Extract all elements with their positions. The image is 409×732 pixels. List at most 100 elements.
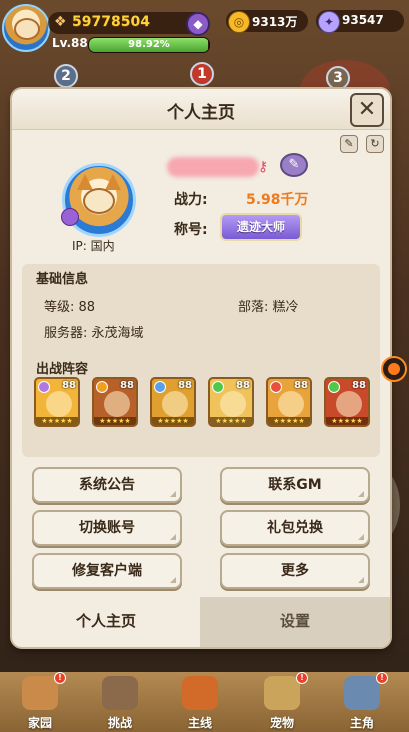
repair-client-label: 修复客户端: [72, 563, 142, 579]
gift-redeem-label: 礼包兑换: [267, 520, 323, 536]
repair-client-button[interactable]: 修复客户端: [32, 553, 182, 589]
element-icon: [212, 381, 224, 393]
element-icon: [154, 381, 166, 393]
nav-label: 主角: [349, 716, 374, 730]
rank-gem-icon[interactable]: ◆: [186, 12, 210, 36]
modal-header: 个人主页: [12, 89, 390, 130]
switch-account-label: 切换账号: [79, 520, 135, 536]
player-avatar[interactable]: [2, 4, 50, 52]
hero-stars: ★★★★★: [268, 417, 310, 425]
gem-counter[interactable]: ✦ 93547: [316, 10, 404, 33]
avatar-ear: [77, 174, 93, 190]
nav-label: 家园: [27, 716, 52, 730]
tribe-info: 部落: 糕冷: [238, 300, 299, 315]
avatar-ear: [105, 174, 121, 190]
top-hud: ❖ 59778504 ◆ Lv.88 98.92% ◎ 9313万 ✦ 9354…: [0, 0, 409, 90]
hero-portrait: [104, 391, 130, 417]
stage-badge-3[interactable]: 3: [326, 66, 350, 90]
hero-card[interactable]: 88 ★★★★★: [92, 377, 138, 427]
rank-badge-icon[interactable]: ✎: [280, 153, 308, 177]
profile-modal: 个人主页 ✕ ✎ ↻ IP: 国内 ⚷ ✎ 战力: 5.98千万 称号: 遗迹大…: [12, 89, 390, 647]
hero-level: 88: [294, 380, 308, 391]
contact-gm-label: 联系GM: [268, 477, 322, 493]
hero-level: 88: [352, 380, 366, 391]
modal-tabbar: 个人主页 设置: [12, 597, 390, 647]
switch-account-button[interactable]: 切换账号: [32, 510, 182, 546]
server-info: 服务器: 永茂海域: [44, 326, 144, 341]
side-event-icon[interactable]: [381, 356, 407, 382]
element-icon: [328, 381, 340, 393]
lineup-heading: 出战阵容: [36, 362, 89, 377]
hero-level: 88: [120, 380, 134, 391]
element-icon: [270, 381, 282, 393]
close-button[interactable]: ✕: [350, 93, 384, 127]
button-corner-icon: [358, 534, 364, 540]
hero-level: 88: [236, 380, 250, 391]
tab-settings[interactable]: 设置: [200, 597, 390, 647]
hero-icon: [344, 676, 380, 710]
more-button[interactable]: 更多: [220, 553, 370, 589]
avatar-face: [14, 18, 40, 40]
gold-counter[interactable]: ◎ 9313万: [226, 10, 308, 33]
stage-badge-1[interactable]: 1: [190, 62, 214, 86]
stage-badge-2[interactable]: 2: [54, 64, 78, 88]
hero-card[interactable]: 88 ★★★★★: [324, 377, 370, 427]
challenge-icon: [102, 676, 138, 710]
event-dot: [388, 363, 400, 375]
gift-redeem-button[interactable]: 礼包兑换: [220, 510, 370, 546]
gold-value: 9313万: [252, 15, 298, 29]
hero-card[interactable]: 88 ★★★★★: [266, 377, 312, 427]
nav-label: 宠物: [269, 716, 294, 730]
refresh-icon[interactable]: ↻: [366, 135, 384, 153]
hero-card[interactable]: 88 ★★★★★: [208, 377, 254, 427]
contact-gm-button[interactable]: 联系GM: [220, 467, 370, 503]
mainline-icon: [182, 676, 218, 710]
more-label: 更多: [281, 563, 309, 579]
avatar-frame-tag-icon: [61, 208, 79, 226]
title-badge[interactable]: 遗迹大师: [220, 213, 302, 241]
gem-value: 93547: [342, 13, 384, 27]
hero-portrait: [220, 391, 246, 417]
button-corner-icon: [170, 577, 176, 583]
nav-home[interactable]: 家园!: [8, 672, 72, 732]
tab-profile[interactable]: 个人主页: [12, 597, 200, 647]
nav-label: 挑战: [107, 716, 132, 730]
alert-badge: !: [296, 672, 308, 684]
hero-level: 88: [178, 380, 192, 391]
hero-stars: ★★★★★: [210, 417, 252, 425]
exp-percent: 98.92%: [128, 39, 170, 50]
hero-portrait: [46, 391, 72, 417]
level-info: 等级: 88: [44, 300, 96, 315]
edit-icon[interactable]: ✎: [340, 135, 358, 153]
nav-mainline[interactable]: 主线: [168, 672, 232, 732]
score-value: 59778504: [72, 14, 150, 30]
announcement-label: 系统公告: [79, 477, 135, 493]
home-icon: [22, 676, 58, 710]
hero-card[interactable]: 88 ★★★★★: [150, 377, 196, 427]
score-emblem-icon: ❖: [54, 14, 67, 30]
nav-pet[interactable]: 宠物!: [250, 672, 314, 732]
hero-portrait: [278, 391, 304, 417]
bottom-nav: 家园! 挑战 主线 宠物! 主角!: [0, 672, 409, 732]
close-icon: ✕: [357, 97, 377, 122]
basic-info-heading: 基础信息: [36, 272, 89, 287]
element-icon: [38, 381, 50, 393]
pet-icon: [264, 676, 300, 710]
hero-stars: ★★★★★: [326, 417, 368, 425]
hero-stars: ★★★★★: [152, 417, 194, 425]
nav-challenge[interactable]: 挑战: [88, 672, 152, 732]
hero-card[interactable]: 88 ★★★★★: [34, 377, 80, 427]
ip-label: IP: 国内: [72, 239, 115, 253]
button-corner-icon: [170, 491, 176, 497]
announcement-button[interactable]: 系统公告: [32, 467, 182, 503]
button-corner-icon: [358, 491, 364, 497]
profile-avatar[interactable]: [62, 163, 136, 237]
element-icon: [96, 381, 108, 393]
hero-level: 88: [62, 380, 76, 391]
key-icon: ⚷: [258, 159, 269, 175]
nav-hero[interactable]: 主角!: [330, 672, 394, 732]
nav-label: 主线: [187, 716, 212, 730]
player-name-redacted: [167, 157, 259, 177]
player-level: Lv.88: [52, 36, 88, 50]
gem-icon: ✦: [318, 11, 340, 33]
